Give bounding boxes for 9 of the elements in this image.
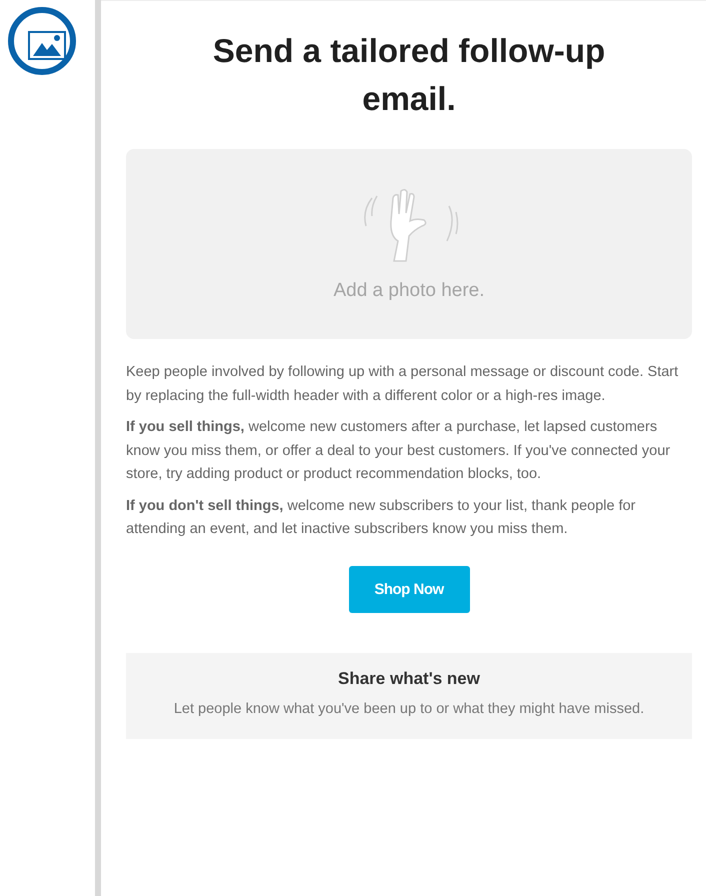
body-paragraph: Keep people involved by following up with a personal message or discount code. Start by replacing the full-width header with a different color or a high-res image. — [126, 363, 680, 406]
body-paragraph: If you don't sell things, welcome new subscribers to your list, thank people for attending an event, and let inactive subscribers know you miss them. — [126, 496, 637, 539]
body-paragraph: If you sell things, welcome new customers after a purchase, let lapsed customers know you miss them, or offer a deal to your best customers. If you've connected your store, try adding product or product recommendation blocks, too. — [126, 418, 672, 484]
photo-caption: Add a photo here. — [333, 280, 485, 302]
email-title: Send a tailored follow-up email. — [212, 31, 606, 119]
share-text: Let people know what you've been up to or what they might have missed. — [172, 700, 646, 718]
shop-now-button[interactable]: Shop Now — [348, 566, 470, 612]
share-heading: Share what's new — [337, 668, 481, 688]
image-icon — [7, 6, 77, 76]
